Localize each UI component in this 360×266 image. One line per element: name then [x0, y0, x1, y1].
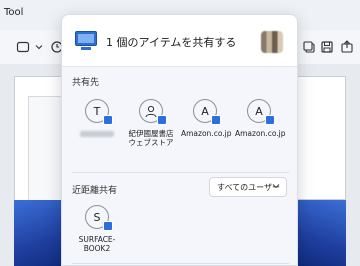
nearby-share-filter-select[interactable]: すべてのユーザー	[209, 177, 287, 197]
contact-initial: A	[201, 104, 209, 118]
contact-item[interactable]: A Amazon.co.jp	[181, 99, 232, 138]
mail-app-badge-icon	[103, 115, 113, 125]
contact-name: Amazon.co.jp	[181, 129, 232, 138]
device-avatar: S	[85, 205, 113, 231]
contact-initial: T	[93, 104, 101, 118]
device-badge-icon	[103, 221, 113, 231]
contact-avatar	[139, 99, 167, 125]
mail-app-badge-icon	[157, 115, 167, 125]
app-title: Tool	[4, 7, 24, 18]
share-dialog: 1 個のアイテムを共有する 共有先 T 紀伊國屋書店 ウェブストア A Amaz…	[61, 14, 298, 266]
dropdown-selected-value: すべてのユーザー	[217, 183, 280, 192]
contact-avatar: T	[85, 99, 113, 125]
save-icon[interactable]	[318, 38, 336, 56]
contact-item[interactable]: T	[73, 99, 121, 137]
mail-app-badge-icon	[211, 115, 221, 125]
contact-name: Amazon.co.jp	[235, 129, 286, 138]
contact-item[interactable]: A Amazon.co.jp	[235, 99, 286, 138]
share-with-heading: 共有先	[72, 78, 100, 88]
share-header: 1 個のアイテムを共有する	[62, 15, 297, 67]
contact-avatar: A	[193, 99, 221, 125]
copy-icon[interactable]	[300, 38, 318, 56]
contact-name: 紀伊國屋書店 ウェブストア	[128, 129, 174, 147]
person-icon	[145, 105, 157, 118]
section-divider	[72, 172, 289, 173]
contact-name-redacted	[80, 131, 114, 137]
contact-initial: A	[255, 104, 263, 118]
chevron-down-icon[interactable]	[30, 38, 48, 56]
mail-app-badge-icon	[265, 115, 275, 125]
contact-avatar: A	[247, 99, 275, 125]
chevron-down-icon	[272, 181, 280, 193]
wallpaper-swirl-right	[296, 200, 346, 266]
device-name: SURFACE- BOOK2	[78, 235, 116, 253]
captured-window-right	[296, 76, 346, 200]
nearby-device-item[interactable]: S SURFACE- BOOK2	[73, 205, 121, 253]
device-initial: S	[93, 210, 101, 224]
section-divider	[72, 263, 289, 264]
share-icon[interactable]	[338, 38, 356, 56]
image-file-icon	[75, 31, 97, 51]
share-title: 1 個のアイテムを共有する	[106, 36, 237, 49]
user-avatar	[261, 31, 283, 53]
contact-item[interactable]: 紀伊國屋書店 ウェブストア	[127, 99, 175, 147]
nearby-share-heading: 近距離共有	[72, 186, 118, 196]
